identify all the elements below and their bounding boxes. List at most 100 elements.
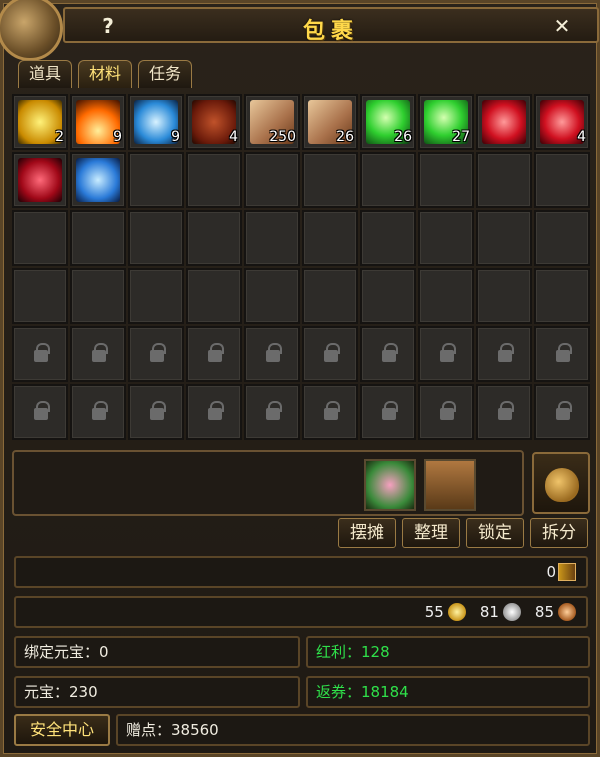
empty-slot[interactable] [418, 210, 474, 266]
empty-slot[interactable] [12, 268, 68, 324]
split-button[interactable]: 拆分 [530, 518, 588, 548]
item-count: 2 [55, 129, 64, 145]
item-count: 27 [452, 129, 470, 145]
locked-slot[interactable] [418, 384, 474, 440]
inventory-slot[interactable]: 26 [302, 94, 358, 150]
inventory-slot[interactable] [476, 94, 532, 150]
inventory-slot[interactable]: 9 [70, 94, 126, 150]
empty-slot[interactable] [476, 268, 532, 324]
empty-slot[interactable] [418, 268, 474, 324]
empty-slot[interactable] [244, 152, 300, 208]
title-bar: ? 包裹 ✕ [63, 7, 599, 44]
empty-slot[interactable] [534, 152, 590, 208]
lock-icon [440, 401, 456, 420]
locked-slot[interactable] [476, 326, 532, 382]
lock-icon [324, 401, 340, 420]
inventory-slot[interactable]: 26 [360, 94, 416, 150]
lock-icon [150, 401, 166, 420]
lock-icon [498, 401, 514, 420]
lock-icon [556, 343, 572, 362]
locked-slot[interactable] [244, 384, 300, 440]
empty-slot[interactable] [302, 268, 358, 324]
inventory-slot[interactable]: 4 [534, 94, 590, 150]
stall-button[interactable]: 摆摊 [338, 518, 396, 548]
tab-items[interactable]: 道具 [18, 60, 73, 88]
inventory-slot[interactable]: 4 [186, 94, 242, 150]
inventory-slot[interactable]: 27 [418, 94, 474, 150]
tab-quest[interactable]: 任务 [138, 60, 193, 88]
money-bag-icon [545, 468, 579, 502]
tab-materials[interactable]: 材料 [78, 60, 133, 88]
copper-coin-icon [558, 603, 576, 621]
treasure-chest-icon[interactable] [424, 459, 476, 511]
empty-slot[interactable] [244, 210, 300, 266]
empty-slot[interactable] [12, 210, 68, 266]
silver-coin-icon [502, 603, 521, 621]
sort-button[interactable]: 整理 [402, 518, 460, 548]
empty-slot[interactable] [186, 268, 242, 324]
empty-slot[interactable] [244, 268, 300, 324]
safety-center-button[interactable]: 安全中心 [14, 714, 110, 746]
item-count: 9 [171, 129, 180, 145]
empty-slot[interactable] [70, 268, 126, 324]
empty-slot[interactable] [128, 268, 184, 324]
book-count: 0 [546, 563, 556, 581]
lock-icon [208, 401, 224, 420]
locked-slot[interactable] [534, 384, 590, 440]
pouch-icon[interactable] [364, 459, 416, 511]
locked-slot[interactable] [128, 326, 184, 382]
empty-slot[interactable] [302, 152, 358, 208]
locked-slot[interactable] [418, 326, 474, 382]
locked-slot[interactable] [128, 384, 184, 440]
empty-slot[interactable] [534, 210, 590, 266]
empty-slot[interactable] [476, 152, 532, 208]
book-bar: 0 [14, 556, 588, 588]
lock-icon [208, 343, 224, 362]
locked-slot[interactable] [244, 326, 300, 382]
item-count: 26 [394, 129, 412, 145]
voucher: 返券：18184 [306, 676, 590, 708]
empty-slot[interactable] [70, 210, 126, 266]
lock-icon [34, 401, 50, 420]
empty-slot[interactable] [534, 268, 590, 324]
empty-slot[interactable] [128, 152, 184, 208]
empty-slot[interactable] [186, 152, 242, 208]
bound-yuanbao: 绑定元宝：0 [14, 636, 300, 668]
bag-button[interactable] [532, 452, 590, 514]
quick-tray [12, 450, 524, 516]
locked-slot[interactable] [302, 326, 358, 382]
locked-slot[interactable] [12, 384, 68, 440]
inventory-slot[interactable]: 2 [12, 94, 68, 150]
empty-slot[interactable] [186, 210, 242, 266]
locked-slot[interactable] [12, 326, 68, 382]
empty-slot[interactable] [476, 210, 532, 266]
inventory-slot[interactable] [12, 152, 68, 208]
empty-slot[interactable] [128, 210, 184, 266]
locked-slot[interactable] [186, 384, 242, 440]
locked-slot[interactable] [186, 326, 242, 382]
gift-points: 赠点：38560 [116, 714, 590, 746]
locked-slot[interactable] [302, 384, 358, 440]
locked-slot[interactable] [360, 326, 416, 382]
empty-slot[interactable] [418, 152, 474, 208]
locked-slot[interactable] [476, 384, 532, 440]
yuanbao: 元宝：230 [14, 676, 300, 708]
close-button[interactable]: ✕ [547, 12, 577, 40]
inventory-slot[interactable]: 250 [244, 94, 300, 150]
locked-slot[interactable] [70, 384, 126, 440]
lock-icon [92, 343, 108, 362]
locked-slot[interactable] [70, 326, 126, 382]
window-emblem-icon [0, 0, 63, 61]
lock-icon [556, 401, 572, 420]
lock-icon [382, 343, 398, 362]
empty-slot[interactable] [360, 210, 416, 266]
empty-slot[interactable] [302, 210, 358, 266]
locked-slot[interactable] [534, 326, 590, 382]
empty-slot[interactable] [360, 268, 416, 324]
locked-slot[interactable] [360, 384, 416, 440]
empty-slot[interactable] [360, 152, 416, 208]
inventory-slot[interactable]: 9 [128, 94, 184, 150]
red-gem-icon [18, 158, 62, 202]
lock-button[interactable]: 锁定 [466, 518, 524, 548]
inventory-slot[interactable] [70, 152, 126, 208]
